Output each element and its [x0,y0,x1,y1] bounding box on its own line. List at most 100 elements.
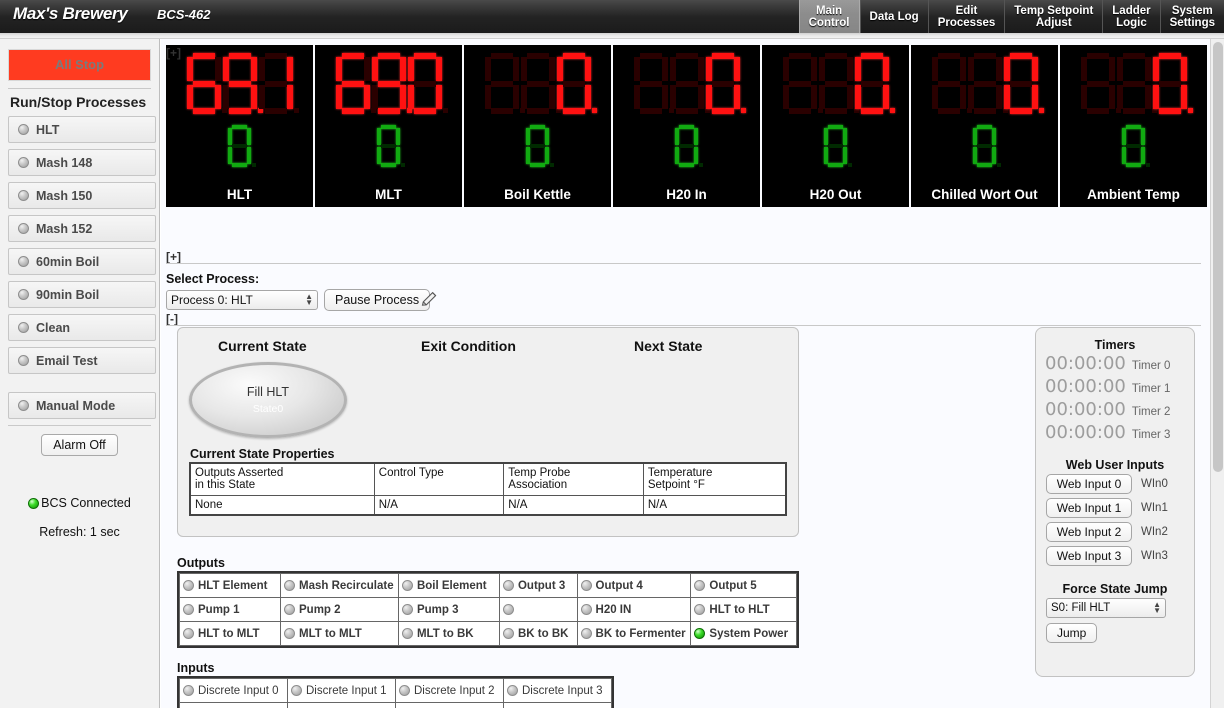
input-cell-discrete-input-0[interactable]: Discrete Input 0 [179,678,288,703]
temp-panel-ambient-temp[interactable]: Ambient Temp [1060,45,1207,207]
state-panel: Current State Exit Condition Next State … [177,327,799,537]
segment-f [335,57,342,81]
tab-data-log[interactable]: Data Log [859,0,928,33]
web-input-button-0[interactable]: Web Input 0 [1046,474,1132,494]
web-input-button-1[interactable]: Web Input 1 [1046,498,1132,518]
temp-panel-h20-in[interactable]: H20 In [613,45,760,207]
temperature-expand-toggle[interactable]: [+] [166,46,181,60]
jump-button[interactable]: Jump [1046,623,1098,643]
output-cell-hlt-to-hlt[interactable]: HLT to HLT [690,597,797,622]
pencil-icon[interactable] [419,289,439,312]
output-cell-hlt-to-mlt[interactable]: HLT to MLT [179,621,281,646]
tab-temp-setpoint-adjust[interactable]: Temp Setpoint Adjust [1004,0,1102,33]
segment-a [1126,125,1141,129]
temp-panel-hlt[interactable]: HLT [166,45,313,207]
temp-panel-boil-kettle[interactable]: Boil Kettle [464,45,611,207]
output-cell-output-3[interactable]: Output 3 [498,573,578,598]
output-cell-bk-to-fermenter[interactable]: BK to Fermenter [576,621,692,646]
web-input-button-3[interactable]: Web Input 3 [1046,546,1132,566]
output-cell-output-4[interactable]: Output 4 [576,573,692,598]
process-button-60min-boil[interactable]: 60min Boil [8,248,156,275]
tab-main-control[interactable]: Main Control [798,0,860,39]
manual-mode-container: Manual Mode [6,392,156,419]
output-led-icon [284,580,295,591]
output-cell-empty[interactable] [498,597,578,622]
state-collapse-toggle[interactable]: [-] [166,312,178,326]
process-expand-toggle[interactable]: [+] [166,250,181,264]
temp-panel-h20-out[interactable]: H20 Out [762,45,909,207]
output-cell-pump-2[interactable]: Pump 2 [280,597,399,622]
web-input-button-2[interactable]: Web Input 2 [1046,522,1132,542]
segment-c [694,147,698,164]
temp-panel-chilled-wort-out[interactable]: Chilled Wort Out [911,45,1058,207]
output-cell-mlt-to-mlt[interactable]: MLT to MLT [280,621,399,646]
output-led-icon [183,580,194,591]
temp-setpoint-display [823,125,852,171]
props-value-cell: N/A [642,494,787,515]
current-state-node[interactable]: Fill HLT State0 [189,362,347,438]
segment-c [396,147,400,164]
temp-value-display [484,53,597,121]
process-button-90min-boil[interactable]: 90min Boil [8,281,156,308]
output-cell-boil-element[interactable]: Boil Element [397,573,500,598]
output-cell-pump-3[interactable]: Pump 3 [397,597,500,622]
segment-decimal-point [1146,163,1150,167]
segment-d [711,108,734,114]
exit-condition-heading: Exit Condition [421,338,516,354]
output-cell-system-power[interactable]: System Power [690,621,797,646]
output-led-icon [694,604,706,615]
input-cell-discrete-input-6[interactable]: Discrete Input 6 [395,702,504,708]
process-button-email-test[interactable]: Email Test [8,347,156,374]
output-cell-h20-in[interactable]: H20 IN [576,597,692,622]
output-cell-pump-1[interactable]: Pump 1 [179,597,281,622]
main-scrollbar[interactable] [1210,39,1224,708]
output-cell-mash-recirculate[interactable]: Mash Recirculate [280,573,399,598]
output-led-icon [401,628,413,639]
input-cell-discrete-input-7[interactable]: Discrete Input 7 [503,702,612,708]
segment-e [633,85,640,109]
input-cell-discrete-input-5[interactable]: Discrete Input 5 [287,702,396,708]
segment-b [992,128,996,145]
output-cell-output-5[interactable]: Output 5 [690,573,797,598]
segment-b [584,57,591,81]
pause-process-button[interactable]: Pause Process [324,289,431,311]
main-content: HLT MLT Boil Kettle H20 In H20 Out Chilled Wo… [161,39,1210,708]
connection-container: BCS Connected [6,496,153,512]
tab-ladder-logic[interactable]: Ladder Logic [1102,0,1159,33]
tab-edit-processes[interactable]: Edit Processes [927,0,1005,33]
all-stop-button[interactable]: All Stop [8,49,151,81]
segment-e [854,85,861,109]
web-input-label: WIn2 [1141,526,1168,538]
input-cell-discrete-input-4[interactable]: Discrete Input 4 [179,702,288,708]
temp-value-display [335,53,448,121]
segment-e [1080,85,1087,109]
process-select-dropdown[interactable]: Process 0: HLT ▲ ▼ [166,290,318,310]
segment-f [705,57,712,81]
segment-b [697,57,704,81]
manual-mode-button[interactable]: Manual Mode [8,392,156,419]
segment-f [222,57,229,81]
process-button-hlt[interactable]: HLT [8,116,156,143]
process-button-clean[interactable]: Clean [8,314,156,341]
input-cell-discrete-input-2[interactable]: Discrete Input 2 [395,678,504,703]
segment-c [250,85,257,109]
segment-g [490,81,513,87]
tab-system-settings[interactable]: System Settings [1159,0,1224,33]
scrollbar-thumb[interactable] [1213,42,1223,472]
input-cell-discrete-input-1[interactable]: Discrete Input 1 [287,678,396,703]
segment-e [818,85,825,109]
process-button-mash-152[interactable]: Mash 152 [8,215,156,242]
segment-b [1108,57,1115,81]
force-jump-select[interactable]: S0: Fill HLT ▲ ▼ [1046,598,1166,618]
process-button-mash-150[interactable]: Mash 150 [8,182,156,209]
output-cell-bk-to-bk[interactable]: BK to BK [498,621,578,646]
segment-b [810,57,817,81]
output-cell-hlt-element[interactable]: HLT Element [179,573,281,598]
io-cell: HLT to MLT [183,628,276,640]
seven-segment-digit [520,53,561,115]
output-cell-mlt-to-bk[interactable]: MLT to BK [397,621,500,646]
alarm-off-button[interactable]: Alarm Off [41,434,118,456]
input-cell-discrete-input-3[interactable]: Discrete Input 3 [503,678,612,703]
process-button-mash-148[interactable]: Mash 148 [8,149,156,176]
temp-panel-mlt[interactable]: MLT [315,45,462,207]
